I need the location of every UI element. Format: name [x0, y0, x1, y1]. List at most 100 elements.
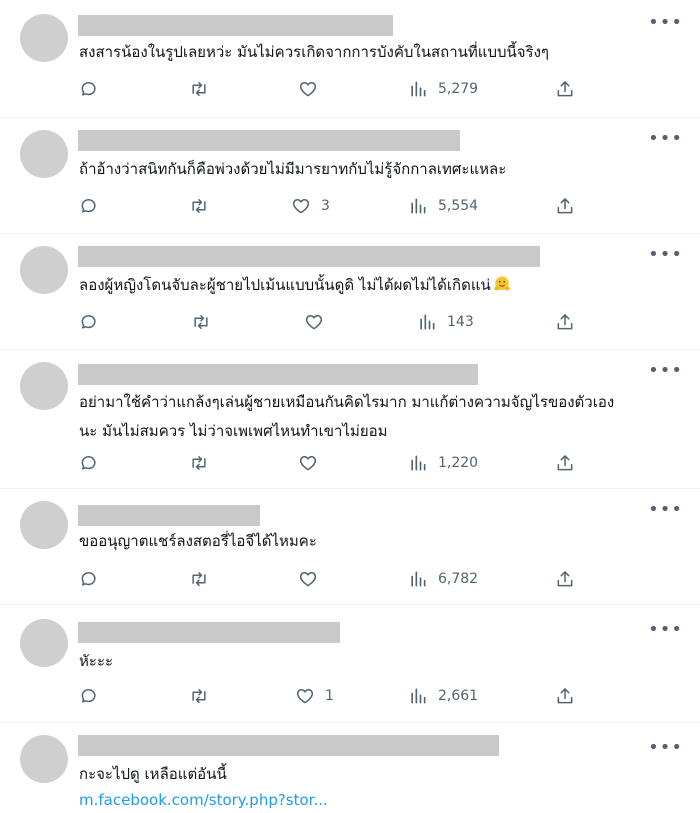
retweet-icon [194, 315, 208, 329]
action-bar: 143 [79, 311, 589, 333]
retweet-button[interactable] [189, 685, 209, 707]
more-icon[interactable]: ••• [648, 621, 683, 639]
reply-text: กะจะไปดู เหลือแต่อันนี้ m.facebook.com/s… [79, 761, 328, 813]
views-button[interactable]: 1,220 [408, 452, 478, 474]
reply-5[interactable]: ••• ขออนุญาตแชร์ลงสตอรี่ไอจีได้ไหมคะ 6,7… [0, 489, 700, 604]
action-bar: 5,279 [79, 78, 589, 100]
retweet-icon [192, 456, 206, 470]
views-icon [411, 571, 426, 587]
reply-icon [81, 689, 96, 703]
retweet-button[interactable] [189, 452, 209, 474]
reply-button[interactable] [79, 311, 99, 333]
like-button[interactable] [298, 568, 328, 590]
views-icon [411, 688, 426, 704]
retweet-icon [192, 689, 206, 703]
heart-icon [305, 315, 323, 330]
more-icon[interactable]: ••• [648, 362, 683, 380]
share-icon [557, 571, 573, 587]
share-icon [557, 81, 573, 97]
redacted-username [78, 246, 540, 267]
like-button[interactable] [304, 311, 334, 333]
like-button[interactable] [298, 452, 328, 474]
more-icon[interactable]: ••• [648, 739, 683, 757]
retweet-button[interactable] [189, 78, 209, 100]
more-icon[interactable]: ••• [648, 501, 683, 519]
avatar[interactable] [20, 14, 68, 62]
share-button[interactable] [555, 452, 575, 474]
retweet-icon [192, 572, 206, 586]
like-count: 1 [325, 688, 334, 704]
redacted-username [78, 622, 340, 643]
action-bar: 6,782 [79, 568, 589, 590]
reply-text: สงสารน้องในรูปเลยหว่ะ มันไม่ควรเกิดจากกา… [79, 43, 549, 61]
views-count: 2,661 [438, 688, 479, 704]
share-icon [557, 198, 573, 214]
heart-icon [299, 572, 317, 587]
reply-button[interactable] [79, 452, 99, 474]
retweet-button[interactable] [191, 311, 211, 333]
heart-icon [299, 456, 317, 471]
share-icon [557, 688, 573, 704]
avatar[interactable] [20, 362, 68, 410]
like-button[interactable]: 1 [295, 685, 334, 707]
redacted-username [78, 505, 260, 526]
reply-text: ลองผู้หญิงโดนจับละผู้ชายไปเม้นแบบนั้นดูด… [79, 271, 511, 300]
heart-icon [299, 82, 317, 97]
reply-button[interactable] [79, 685, 99, 707]
retweet-button[interactable] [189, 195, 209, 217]
action-bar: 3 5,554 [79, 195, 589, 217]
views-count: 1,220 [438, 455, 479, 471]
share-button[interactable] [555, 311, 575, 333]
share-button[interactable] [555, 568, 575, 590]
reply-text: หัะะะ [79, 652, 114, 670]
more-icon[interactable]: ••• [648, 14, 683, 32]
like-button[interactable] [298, 78, 328, 100]
reply-7[interactable]: ••• กะจะไปดู เหลือแต่อันนี้ m.facebook.c… [0, 723, 700, 809]
heart-icon [296, 689, 314, 704]
reply-4[interactable]: ••• อย่ามาใช้คำว่าแกล้งๆเล่นผู้ชายเหมือน… [0, 350, 700, 488]
views-icon [411, 455, 426, 471]
heart-icon [292, 199, 310, 214]
like-button[interactable]: 3 [291, 195, 330, 217]
retweet-button[interactable] [189, 568, 209, 590]
reply-button[interactable] [79, 568, 99, 590]
reply-text: อย่ามาใช้คำว่าแกล้งๆเล่นผู้ชายเหมือนกันค… [79, 393, 615, 440]
views-button[interactable]: 143 [417, 311, 474, 333]
avatar[interactable] [20, 501, 68, 549]
action-bar: 1,220 [79, 452, 589, 474]
reply-3[interactable]: ••• ลองผู้หญิงโดนจับละผู้ชายไปเม้นแบบนั้… [0, 234, 700, 349]
avatar[interactable] [20, 735, 68, 783]
redacted-username [78, 364, 478, 385]
views-count: 143 [447, 314, 474, 330]
reply-icon [81, 572, 96, 586]
reply-1[interactable]: ••• สงสารน้องในรูปเลยหว่ะ มันไม่ควรเกิดจ… [0, 0, 700, 117]
more-icon[interactable]: ••• [648, 130, 683, 148]
reply-button[interactable] [79, 78, 99, 100]
views-button[interactable]: 5,554 [408, 195, 478, 217]
redacted-username [78, 130, 460, 151]
share-icon [557, 455, 573, 471]
more-icon[interactable]: ••• [648, 246, 683, 264]
retweet-icon [192, 82, 206, 96]
avatar[interactable] [20, 246, 68, 294]
views-button[interactable]: 5,279 [408, 78, 478, 100]
avatar[interactable] [20, 130, 68, 178]
views-button[interactable]: 2,661 [408, 685, 478, 707]
hugging-face-emoji [493, 276, 510, 291]
share-button[interactable] [555, 78, 575, 100]
share-button[interactable] [555, 195, 575, 217]
share-button[interactable] [555, 685, 575, 707]
redacted-username [78, 735, 499, 756]
views-icon [411, 198, 426, 214]
views-count: 6,782 [438, 571, 479, 587]
reply-icon [81, 82, 96, 96]
redacted-username [78, 15, 393, 36]
facebook-story-link[interactable]: m.facebook.com/story.php?stor... [79, 787, 328, 813]
views-button[interactable]: 6,782 [408, 568, 478, 590]
views-icon [411, 81, 426, 97]
reply-2[interactable]: ••• ถ้าอ้างว่าสนิทกันก็คือพ่วงด้วยไม่มีม… [0, 118, 700, 233]
avatar[interactable] [20, 619, 68, 667]
action-bar: 1 2,661 [79, 685, 589, 707]
reply-6[interactable]: ••• หัะะะ 1 2,661 [0, 605, 700, 722]
reply-button[interactable] [79, 195, 99, 217]
